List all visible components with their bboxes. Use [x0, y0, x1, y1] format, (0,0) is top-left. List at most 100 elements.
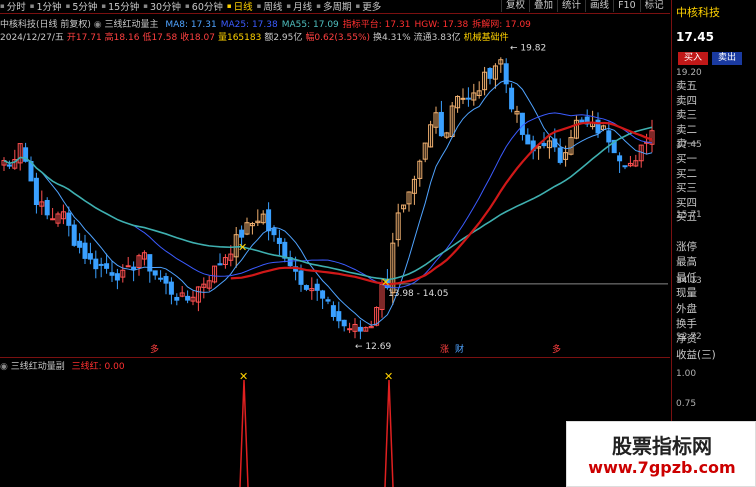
candle-body: [303, 285, 309, 290]
candle-body: [509, 87, 515, 110]
divider: [0, 13, 670, 14]
low-annotation: ← 12.69: [355, 342, 391, 352]
candle-body: [33, 177, 39, 206]
panel-price: 17.45: [676, 30, 714, 44]
candle-body: [239, 229, 245, 238]
candle-body: [325, 299, 331, 302]
pane-divider: [0, 357, 670, 358]
candle-body: [465, 97, 471, 100]
candle-body: [271, 228, 277, 236]
platform-line: [230, 121, 653, 286]
order-row-label: 买五: [676, 211, 697, 224]
candle-body: [114, 273, 120, 281]
sell-button[interactable]: 卖出: [712, 52, 742, 65]
candle-body: [282, 241, 288, 259]
order-row-label: 卖一: [676, 138, 697, 151]
sub-indicator-name[interactable]: 三线红动量副: [11, 362, 65, 372]
order-row-label: 买三: [676, 182, 697, 195]
order-row-label: 卖五: [676, 80, 697, 92]
watermark-url: www.7gpzb.com: [588, 458, 736, 477]
order-row-label: 卖二: [676, 123, 697, 136]
momentum-spike: [239, 379, 249, 487]
candle-body: [606, 130, 612, 143]
candle-body: [341, 319, 347, 327]
candle-body: [168, 281, 174, 295]
order-row-label: 卖四: [676, 94, 697, 107]
high-annotation: ← 19.82: [510, 44, 546, 54]
watermark-title: 股票指标网: [612, 434, 712, 458]
candle-body: [147, 254, 153, 272]
candle-body: [314, 283, 320, 291]
candle-body: [541, 143, 547, 147]
candle-body: [98, 263, 104, 266]
stats-row-label: 最低: [676, 271, 697, 284]
candle-body: [525, 134, 531, 145]
candle-body: [6, 164, 12, 167]
price-chart[interactable]: ← 19.82← 12.6913.98 - 14.05✕✕多涨财多✕ ✕: [0, 0, 671, 487]
watermark-logo: 股票指标网 www.7gpzb.com: [566, 421, 756, 487]
candle-body: [487, 67, 493, 79]
candle-body: [519, 112, 525, 135]
indicator-dot-icon: ◉: [0, 362, 11, 372]
stats-row-label: 涨停: [676, 241, 697, 253]
candle-body: [66, 212, 72, 226]
candle-body: [460, 97, 466, 100]
candle-body: [298, 270, 304, 285]
sub-indicator-line: ◉ 三线红动量副 三线红: 0.00: [0, 359, 125, 372]
candle-body: [266, 209, 272, 232]
event-label: 多: [552, 343, 561, 355]
panel-stock-name: 中核科技: [676, 6, 720, 19]
signal-marker-icon: ✕: [381, 276, 390, 289]
candle-body: [617, 155, 623, 162]
stock-chart-window: ▪ 分时 ▪ 1分钟 ▪ 5分钟 ▪ 15分钟 ▪ 30分钟 ▪ 60分钟 ▪ 日线 ▪ 周线 ▪ 月线 ▪ 多周期 ▪…: [0, 0, 756, 487]
buy-button[interactable]: 买入: [678, 52, 708, 65]
candle-body: [185, 295, 191, 301]
candle-body: [104, 263, 110, 269]
candle-body: [50, 218, 56, 221]
stats-row-label: 最高: [676, 256, 697, 269]
candle-body: [276, 237, 282, 244]
event-label: 涨: [440, 344, 449, 355]
candle-body: [320, 290, 326, 299]
candle-body: [158, 277, 164, 280]
candle-body: [71, 224, 77, 246]
candle-body: [438, 111, 444, 137]
sub-indicator-value: 三线红: 0.00: [71, 362, 125, 372]
candle-body: [109, 272, 115, 276]
order-row-label: 买二: [676, 167, 697, 180]
stats-row-label: 收益(三): [676, 348, 716, 361]
order-row-label: 买四: [676, 196, 697, 209]
candle-body: [87, 253, 93, 260]
signal-marker-icon: ✕: [384, 370, 393, 383]
stats-row-label: 外盘: [676, 302, 697, 315]
candle-body: [357, 326, 363, 332]
candle-body: [174, 296, 180, 301]
candle-body: [330, 305, 336, 317]
candle-body: [82, 242, 88, 259]
signal-marker-icon: ✕: [238, 241, 247, 254]
candle-body: [77, 240, 83, 248]
candle-body: [217, 263, 223, 266]
ma8-line: [3, 79, 653, 326]
order-row-label: 卖三: [676, 109, 697, 122]
order-row-label: 买一: [676, 153, 697, 165]
event-label: 多: [150, 343, 159, 355]
candle-body: [163, 276, 169, 284]
candle-body: [152, 270, 158, 276]
candle-body: [557, 147, 563, 163]
candle-body: [336, 311, 342, 322]
candle-body: [579, 119, 585, 123]
stats-row-label: 换手: [676, 318, 697, 330]
candle-body: [125, 265, 131, 268]
candle-body: [622, 165, 628, 168]
range-annotation: 13.98 - 14.05: [388, 289, 449, 299]
candle-body: [93, 258, 99, 270]
signal-marker-icon: ✕: [239, 370, 248, 383]
candle-body: [347, 328, 353, 331]
candle-body: [131, 266, 137, 270]
event-label: 财: [455, 343, 464, 355]
candle-body: [44, 199, 50, 216]
stats-row-label: 净资: [676, 333, 697, 346]
stats-row-label: 现量: [676, 287, 697, 300]
quote-panel: 中核科技 17.45 买入 卖出 卖五卖四卖三 卖二卖一买一买二买三 买四买五 涨停…: [671, 0, 756, 487]
